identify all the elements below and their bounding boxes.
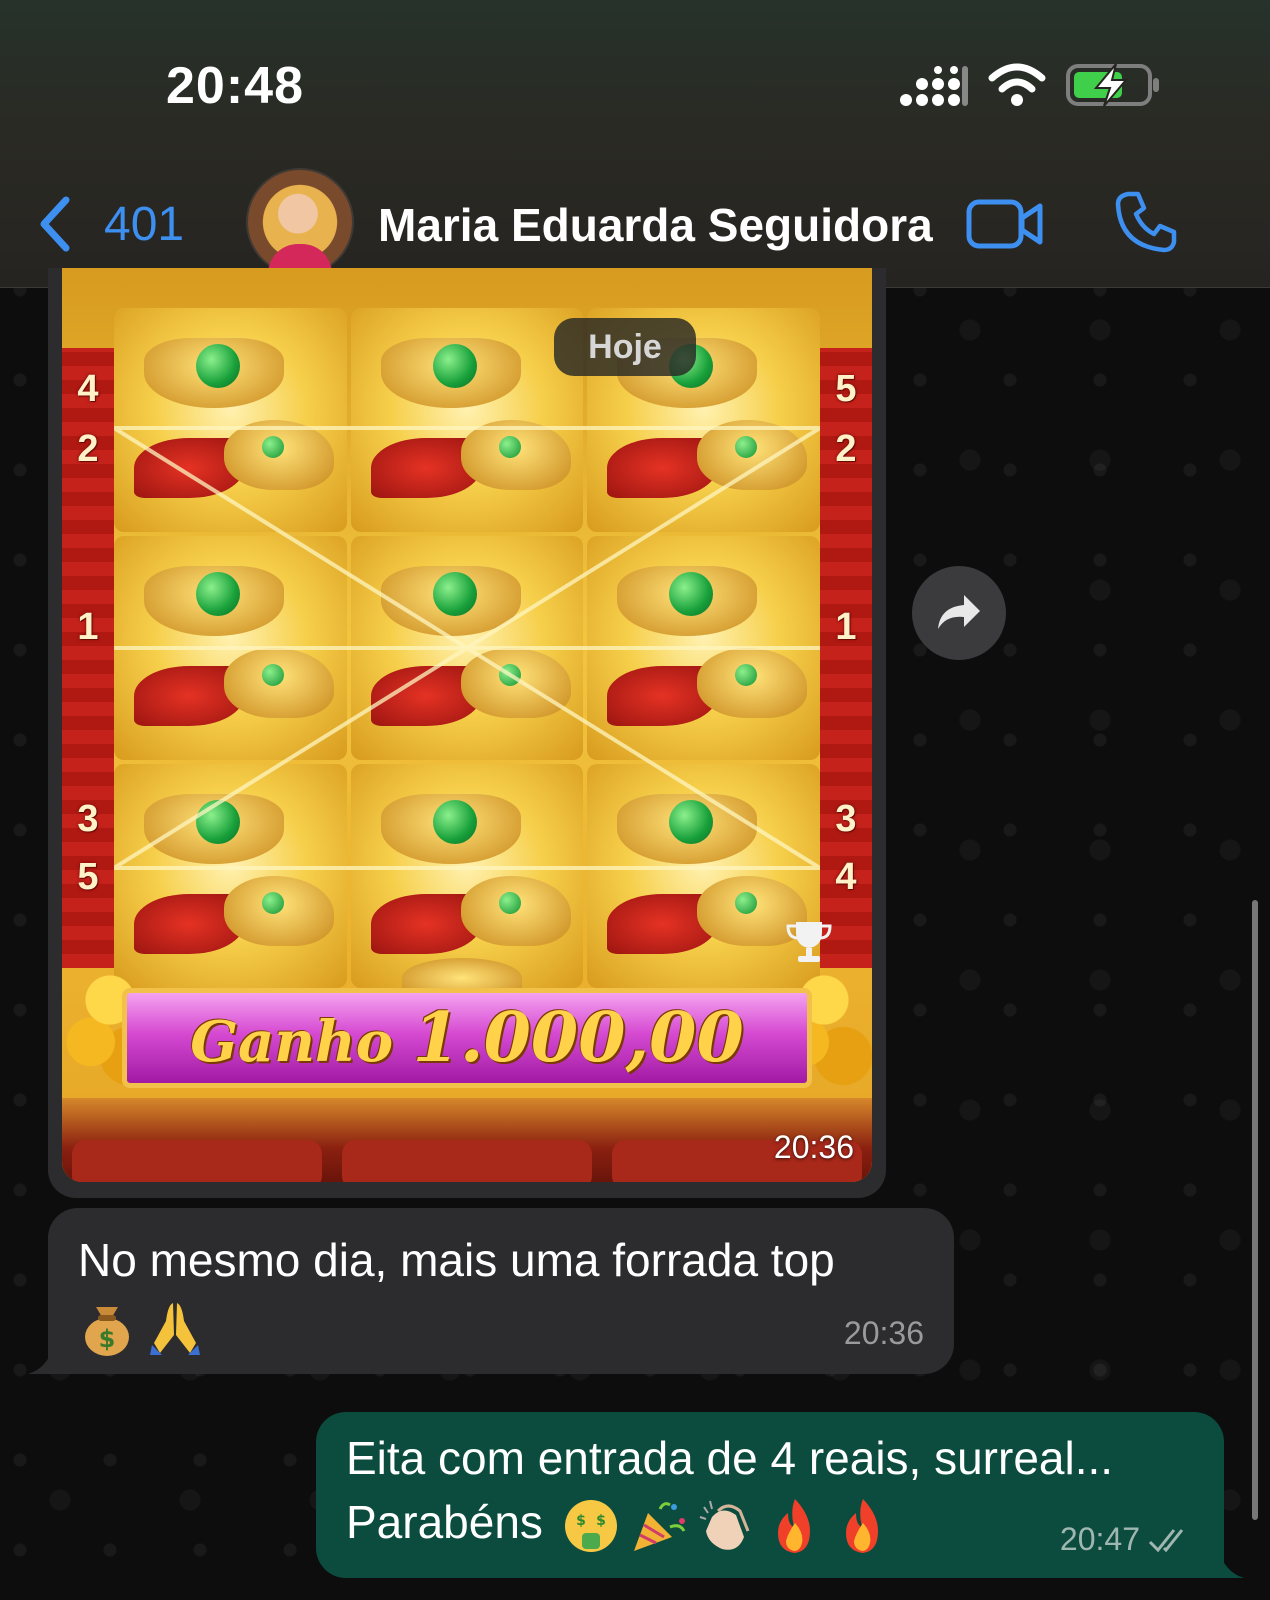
outgoing-message-bubble[interactable]: Eita com entrada de 4 reais, surreal... … bbox=[316, 1412, 1244, 1578]
win-label: Ganho bbox=[190, 1009, 394, 1075]
battery-charging-icon bbox=[1066, 63, 1159, 107]
status-time: 20:48 bbox=[166, 57, 304, 115]
clapping-hands-icon bbox=[699, 1500, 750, 1550]
contact-avatar[interactable] bbox=[246, 168, 354, 278]
cellular-signal-icon bbox=[900, 66, 968, 106]
payline-number: 1 bbox=[77, 606, 99, 648]
money-bag-icon: $ bbox=[85, 1306, 129, 1356]
fire-icon bbox=[777, 1498, 810, 1553]
bet-pill bbox=[342, 1140, 592, 1182]
payline-number: 5 bbox=[77, 856, 99, 898]
payline-number: 4 bbox=[835, 856, 857, 898]
payline-number: 3 bbox=[77, 798, 99, 840]
unread-count: 401 bbox=[104, 197, 185, 251]
contact-name[interactable]: Maria Eduarda Seguidora bbox=[378, 198, 933, 252]
wifi-icon bbox=[988, 63, 1046, 106]
payline-number: 4 bbox=[77, 368, 99, 410]
message-text: No mesmo dia, mais uma forrada top $ bbox=[78, 1228, 938, 1357]
bubble-tail bbox=[28, 1344, 68, 1374]
svg-text:$: $ bbox=[99, 1325, 116, 1353]
incoming-message-bubble[interactable]: No mesmo dia, mais uma forrada top $ 20:… bbox=[28, 1208, 954, 1374]
payline-number: 2 bbox=[835, 428, 857, 470]
date-chip: Hoje bbox=[554, 318, 696, 376]
balance-pill bbox=[72, 1140, 322, 1182]
fire-icon bbox=[845, 1498, 878, 1553]
slot-game-screenshot[interactable]: 4 2 1 3 5 5 2 1 3 4 Hoje Ganho 1.000,00 bbox=[62, 268, 872, 1182]
forward-button[interactable] bbox=[912, 566, 1006, 660]
praying-hands-icon bbox=[150, 1302, 200, 1355]
message-time: 20:36 bbox=[773, 1129, 854, 1165]
party-popper-icon bbox=[633, 1502, 686, 1551]
message-line-1: Eita com entrada de 4 reais, surreal... bbox=[346, 1432, 1114, 1484]
svg-text:$: $ bbox=[576, 1513, 586, 1529]
message-line-2: Parabéns bbox=[346, 1496, 543, 1548]
message-time: 20:36 bbox=[843, 1315, 924, 1351]
chat-scrollbar[interactable] bbox=[1252, 900, 1258, 1520]
back-button[interactable]: 401 bbox=[36, 192, 184, 256]
forward-arrow-icon bbox=[938, 595, 980, 629]
game-bottom-panel bbox=[62, 1098, 872, 1182]
money-mouth-face-icon: $ $ bbox=[564, 1499, 617, 1552]
svg-text:$: $ bbox=[596, 1513, 606, 1529]
video-call-button[interactable] bbox=[966, 196, 1044, 252]
payline-number: 1 bbox=[835, 606, 857, 648]
win-banner: Ganho 1.000,00 bbox=[122, 988, 812, 1088]
payline-number: 2 bbox=[77, 428, 99, 470]
message-body: No mesmo dia, mais uma forrada top bbox=[78, 1234, 835, 1286]
voice-call-button[interactable] bbox=[1114, 190, 1178, 254]
read-receipt-double-check-icon bbox=[1148, 1529, 1184, 1553]
chat-header: 20:48 401 Maria Eduarda Seguidora bbox=[0, 0, 1270, 288]
win-amount: 1.000,00 bbox=[412, 998, 744, 1078]
win-text: Ganho 1.000,00 bbox=[190, 998, 744, 1078]
winning-paylines bbox=[114, 426, 820, 870]
message-time: 20:47 bbox=[1059, 1521, 1140, 1557]
payline-number: 3 bbox=[835, 798, 857, 840]
chevron-left-icon bbox=[40, 196, 70, 252]
image-message-bubble[interactable]: 4 2 1 3 5 5 2 1 3 4 Hoje Ganho 1.000,00 bbox=[48, 268, 886, 1198]
payline-number: 5 bbox=[835, 368, 857, 410]
bubble-tail bbox=[1204, 1548, 1244, 1578]
